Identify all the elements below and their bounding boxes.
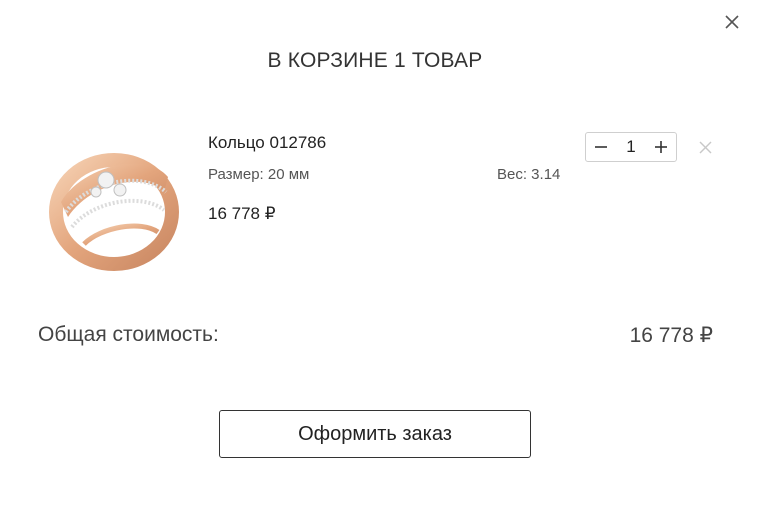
remove-item-icon[interactable] — [698, 140, 713, 155]
checkout-button[interactable]: Оформить заказ — [219, 410, 531, 458]
product-name[interactable]: Кольцо 012786 — [208, 133, 326, 153]
total-label: Общая стоимость: — [38, 323, 219, 346]
minus-icon[interactable] — [594, 140, 608, 154]
quantity-stepper: 1 — [585, 132, 677, 162]
product-weight: Вес: 3.14 — [497, 166, 561, 183]
cart-modal: В КОРЗИНЕ 1 ТОВАР Кольцо 012786 Размер: … — [0, 0, 757, 505]
quantity-value[interactable]: 1 — [626, 137, 635, 157]
ring-product-image[interactable] — [36, 132, 186, 277]
cart-title: В КОРЗИНЕ 1 ТОВАР — [267, 49, 483, 72]
total-value: 16 778 ₽ — [629, 324, 713, 347]
product-size: Размер: 20 мм — [208, 166, 310, 183]
product-price: 16 778 ₽ — [208, 204, 276, 223]
close-icon[interactable] — [722, 12, 742, 32]
plus-icon[interactable] — [654, 140, 668, 154]
